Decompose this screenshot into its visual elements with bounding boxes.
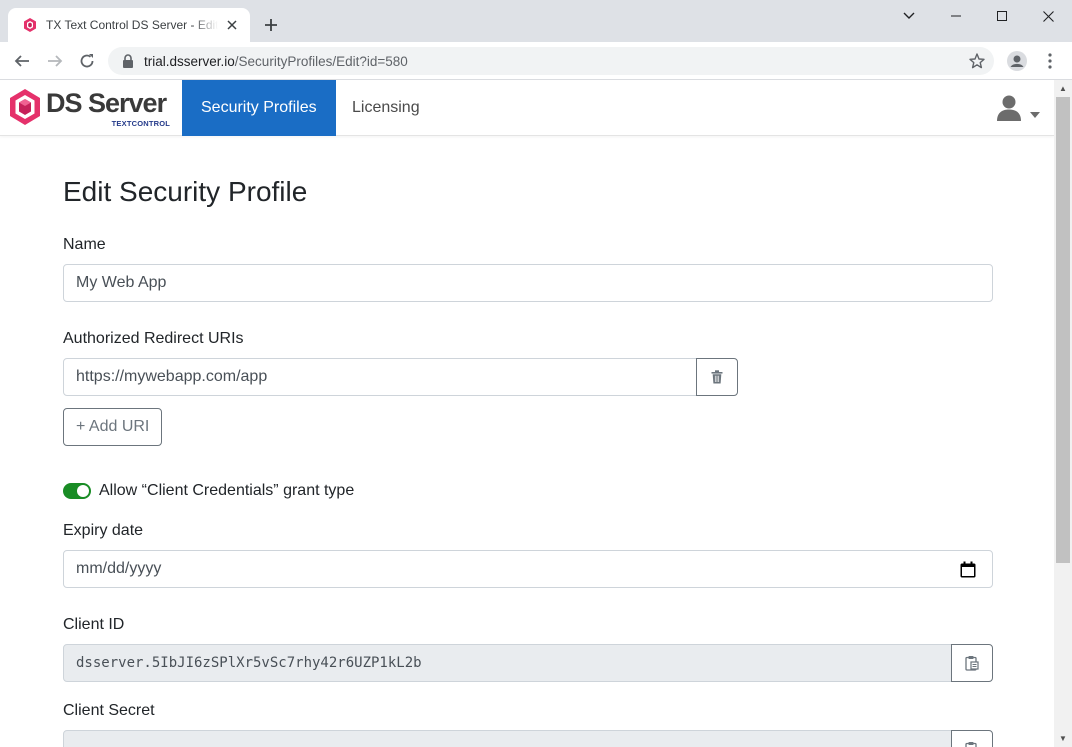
url-domain: trial.dsserver.io bbox=[144, 53, 235, 69]
caret-down-icon bbox=[1030, 112, 1040, 118]
reload-icon[interactable] bbox=[73, 47, 101, 75]
browser-tab[interactable]: TX Text Control DS Server - Edit Securit… bbox=[8, 8, 250, 42]
user-menu[interactable] bbox=[996, 88, 1048, 128]
client-credentials-toggle-row: Allow “Client Credentials” grant type bbox=[63, 482, 354, 500]
clipboard-icon bbox=[965, 742, 977, 747]
scroll-thumb[interactable] bbox=[1056, 97, 1070, 563]
trash-icon bbox=[711, 370, 723, 384]
nav-licensing[interactable]: Licensing bbox=[333, 80, 439, 136]
browser-menu-kebab-icon[interactable] bbox=[1036, 47, 1064, 75]
client-credentials-label: Allow “Client Credentials” grant type bbox=[99, 482, 355, 499]
client-id-label: Client ID bbox=[63, 616, 125, 633]
brand-hexagon-icon bbox=[10, 89, 40, 125]
calendar-icon[interactable] bbox=[960, 561, 976, 578]
client-secret-field[interactable] bbox=[63, 730, 952, 747]
expiry-date-placeholder: mm/dd/yyyy bbox=[76, 560, 162, 577]
expiry-date-label: Expiry date bbox=[63, 522, 144, 539]
close-tab-icon[interactable] bbox=[224, 17, 240, 33]
user-icon bbox=[997, 95, 1021, 121]
client-credentials-toggle[interactable] bbox=[63, 483, 91, 499]
client-secret-label: Client Secret bbox=[63, 702, 155, 719]
browser-toolbar: trial.dsserver.io/SecurityProfiles/Edit?… bbox=[0, 42, 1072, 80]
ds-server-favicon-icon bbox=[22, 17, 38, 33]
add-uri-button[interactable]: + Add URI bbox=[63, 408, 163, 446]
clipboard-icon bbox=[965, 656, 979, 671]
browser-tabbar: TX Text Control DS Server - Edit Securit… bbox=[0, 0, 1072, 42]
maximize-icon[interactable] bbox=[979, 0, 1025, 32]
nav-security-profiles[interactable]: Security Profiles bbox=[182, 80, 336, 136]
toggle-knob bbox=[77, 485, 89, 497]
tab-search-chevron-down-icon[interactable] bbox=[886, 0, 932, 32]
bookmark-star-icon[interactable] bbox=[968, 52, 986, 70]
forward-arrow-icon[interactable] bbox=[41, 47, 69, 75]
brand-subtitle: TEXTCONTROL bbox=[111, 119, 171, 128]
tab-title: TX Text Control DS Server - Edit Securit… bbox=[46, 18, 218, 32]
page-viewport: DS Server TEXTCONTROL Security Profiles … bbox=[0, 80, 1072, 747]
profile-avatar-icon[interactable] bbox=[1003, 47, 1031, 75]
copy-client-secret-button[interactable] bbox=[951, 730, 993, 747]
url-text: trial.dsserver.io/SecurityProfiles/Edit?… bbox=[144, 54, 408, 69]
page-scrollbar[interactable]: ▲ ▼ bbox=[1054, 80, 1072, 747]
expiry-date-input[interactable]: mm/dd/yyyy bbox=[63, 550, 993, 588]
scroll-up-arrow-icon[interactable]: ▲ bbox=[1054, 80, 1072, 97]
url-path: /SecurityProfiles/Edit?id=580 bbox=[234, 53, 408, 69]
new-tab-icon[interactable] bbox=[260, 14, 282, 36]
brand-logo[interactable]: DS Server TEXTCONTROL bbox=[8, 88, 170, 130]
site-navbar: DS Server TEXTCONTROL Security Profiles … bbox=[0, 80, 1054, 136]
close-window-icon[interactable] bbox=[1025, 0, 1071, 32]
back-arrow-icon[interactable] bbox=[8, 47, 36, 75]
name-label: Name bbox=[63, 236, 106, 253]
lock-icon[interactable] bbox=[122, 54, 136, 68]
name-input[interactable]: My Web App bbox=[63, 264, 993, 302]
brand-name: DS Server bbox=[46, 88, 167, 118]
delete-uri-button[interactable] bbox=[696, 358, 738, 396]
client-id-field[interactable]: dsserver.5IbJI6zSPlXr5vSc7rhy42r6UZP1kL2… bbox=[63, 644, 952, 682]
scroll-down-arrow-icon[interactable]: ▼ bbox=[1054, 730, 1072, 747]
minimize-icon[interactable] bbox=[933, 0, 979, 32]
copy-client-id-button[interactable] bbox=[951, 644, 993, 682]
redirect-uris-label: Authorized Redirect URIs bbox=[63, 330, 244, 347]
page-title: Edit Security Profile bbox=[63, 176, 308, 207]
redirect-uri-input[interactable]: https://mywebapp.com/app bbox=[63, 358, 697, 396]
address-bar[interactable]: trial.dsserver.io/SecurityProfiles/Edit?… bbox=[108, 47, 994, 75]
